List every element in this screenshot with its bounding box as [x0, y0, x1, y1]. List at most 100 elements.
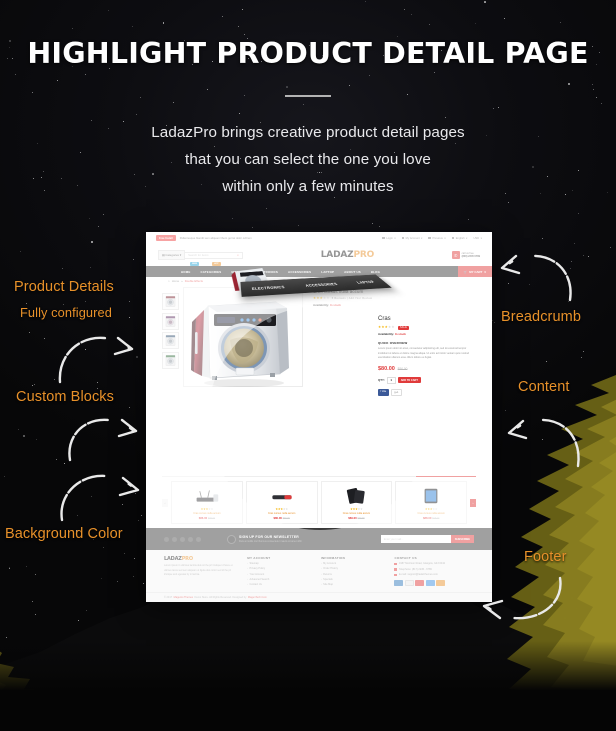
- top-link-currency[interactable]: USD ▾: [473, 236, 482, 241]
- promo-badge: Free Install: [156, 235, 176, 241]
- thumbnail-item[interactable]: [162, 293, 179, 310]
- footer-link[interactable]: Site Map: [321, 583, 385, 586]
- pinterest-icon[interactable]: [188, 536, 193, 542]
- ipad-icon: [424, 488, 438, 504]
- discover-card-icon: [436, 580, 446, 587]
- thumbnail-item[interactable]: [162, 332, 179, 349]
- product-gallery[interactable]: [183, 287, 303, 387]
- breadcrumb-separator: »: [181, 279, 183, 283]
- facebook-like-button[interactable]: f Like: [378, 388, 389, 397]
- related-products-row: ‹ ★★★★★ Cras cursus nulla accum $86.00 $…: [162, 481, 476, 524]
- related-price: $88.00 $99.00: [422, 516, 440, 520]
- twitter-icon[interactable]: [172, 536, 177, 542]
- related-rating: ★★★★★: [424, 507, 438, 511]
- newsletter-subscribe-button[interactable]: SUBSCRIBE: [450, 535, 474, 543]
- cart-count: 0: [484, 269, 486, 274]
- main-navigation[interactable]: NEW HOT HOME CATEGORIES MODULE ELECTRONI…: [146, 262, 492, 277]
- footer-logo[interactable]: LADAZPRO: [164, 556, 237, 562]
- related-next-button[interactable]: ›: [470, 498, 476, 507]
- nav-item-categories[interactable]: CATEGORIES: [195, 270, 226, 274]
- newsletter-form[interactable]: Enter your mail... SUBSCRIBE: [380, 535, 474, 543]
- footer-heading: CONTACT US: [394, 556, 417, 560]
- related-prev-button[interactable]: ‹: [162, 498, 168, 507]
- flag-icon: [451, 236, 455, 240]
- phone-block: ✆ call us free (800) 2345 6789: [451, 251, 480, 259]
- thumbnail-list[interactable]: [162, 287, 179, 387]
- nav-item-laptop[interactable]: LAPTOP: [316, 270, 339, 274]
- nav-item-about-us[interactable]: ABOUT US: [339, 270, 366, 274]
- qty-label: QTY:: [378, 378, 385, 383]
- footer-contact-address: 1987 Morrison Road, Glasgow, G43 0042: [394, 562, 474, 566]
- nav-badge-hot: HOT: [212, 262, 221, 266]
- product-availability: Availability: In stock: [313, 302, 341, 307]
- product-main-image[interactable]: [183, 287, 303, 387]
- related-product-card[interactable]: ★★★★★ Cras cursus nulla accum $86.00 $95…: [171, 481, 243, 524]
- related-name[interactable]: Cras cursus nulla accum: [249, 512, 315, 515]
- rss-icon[interactable]: [180, 536, 185, 542]
- newsletter-email-input[interactable]: Enter your mail...: [380, 535, 451, 543]
- subtitle-line-3: within only a few minutes: [222, 178, 394, 196]
- site-logo[interactable]: LADAZPRO: [321, 250, 374, 260]
- related-product-card[interactable]: ★★★★★ Cras cursus nulla accum $69.00 $79…: [320, 481, 393, 524]
- footer-link[interactable]: Specials: [321, 578, 385, 581]
- qty-input[interactable]: 1: [386, 376, 396, 384]
- search-icon[interactable]: ⌕: [237, 253, 239, 257]
- related-name[interactable]: Cras cursus nulla accum: [324, 512, 390, 515]
- footer-link[interactable]: Contact Us: [247, 583, 311, 586]
- google-plus-icon[interactable]: [196, 536, 201, 542]
- related-product-card[interactable]: ★★★★★ Cras cursus nulla accum $88.00 $99…: [395, 481, 467, 524]
- annotation-breadcrumb: Breadcrumb: [501, 309, 581, 325]
- google-plus-button[interactable]: g+1: [390, 388, 402, 397]
- washing-machine-photo: [191, 301, 289, 387]
- search-input[interactable]: Search for items ⌕: [185, 251, 244, 259]
- hero-subtitle: LadazPro brings creative product detail …: [0, 119, 616, 200]
- top-link-language[interactable]: English ▾: [451, 236, 467, 240]
- related-product-card[interactable]: ★★★★★ Cras cursus nulla accum $80.00 $90…: [245, 481, 318, 524]
- footer-contact-email: E-mail: support@ladazthemes.com: [394, 573, 474, 577]
- footer-heading: MY ACCOUNT: [247, 556, 271, 560]
- add-to-cart-button[interactable]: ADD TO CART: [397, 377, 421, 384]
- footer-link[interactable]: Advanced Search: [247, 578, 311, 581]
- persp-menu-electronics[interactable]: ELECTRONICS: [252, 285, 286, 291]
- facebook-icon[interactable]: [164, 536, 169, 542]
- top-link-my-account[interactable]: My Account ▾: [401, 236, 422, 240]
- related-price: $86.00 $95.00: [198, 516, 216, 520]
- account-icon: [401, 236, 405, 240]
- thumbnail-item[interactable]: [162, 351, 179, 369]
- thumbnail-item[interactable]: [162, 312, 179, 330]
- product-detail-page-mockup[interactable]: Free Install Pellentesque blandit sem al…: [146, 232, 492, 602]
- top-link-previous[interactable]: Previous ▾: [428, 236, 446, 240]
- footer-about-column: LADAZPRO Lorem ipsum in ultricies lacini…: [164, 556, 237, 592]
- persp-menu-laptop[interactable]: LAPTOP: [355, 280, 376, 285]
- persp-menu-accessories[interactable]: ACCESSORIES: [304, 282, 338, 288]
- newsletter-subtitle: Duis at mollis nisl rhoncus consectetur …: [239, 539, 302, 543]
- footer-link[interactable]: My Account: [321, 562, 385, 565]
- product-thumb: [174, 485, 240, 507]
- review-text[interactable]: 5 Reviews | Add Your Review: [332, 297, 373, 300]
- washing-machine-icon: [165, 296, 176, 307]
- categories-button[interactable]: ▤ Categories ▾: [158, 250, 186, 260]
- related-name[interactable]: Cras cursus nulla accum: [398, 512, 464, 515]
- copyright-link[interactable]: MagenTech.Com: [248, 596, 267, 599]
- breadcrumb-home[interactable]: Home: [172, 279, 179, 283]
- nav-item-home[interactable]: HOME: [176, 270, 195, 274]
- footer-link[interactable]: Sitemap: [247, 562, 311, 565]
- newsletter-title: SIGN UP FOR OUR NEWSLETTER: [239, 535, 299, 540]
- newsletter-bar: SIGN UP FOR OUR NEWSLETTER Duis at molli…: [146, 528, 492, 550]
- social-icons[interactable]: [164, 536, 201, 542]
- related-name[interactable]: Cras cursus nulla accum: [174, 512, 240, 515]
- washing-machine-icon: [165, 335, 176, 346]
- nav-item-accessories[interactable]: ACCESSORIES: [283, 270, 316, 274]
- footer-link[interactable]: Returns: [321, 573, 385, 576]
- footer-link[interactable]: Privacy Policy: [247, 567, 311, 570]
- product-short-title: Cras: [378, 316, 391, 322]
- footer-link[interactable]: Order History: [321, 567, 385, 570]
- copyright-brand[interactable]: Magento Themes: [174, 596, 193, 599]
- footer-copyright: © 2017 Magento Themes Demo Store. All Ri…: [146, 592, 492, 602]
- top-link-login[interactable]: Login ▾: [382, 236, 396, 240]
- footer-link[interactable]: Your Account: [247, 573, 311, 576]
- remote-control-icon: [272, 495, 292, 500]
- footer-columns: LADAZPRO Lorem ipsum in ultricies lacini…: [146, 550, 492, 592]
- cart-button[interactable]: 🛒 MY CART 0: [457, 266, 492, 277]
- nav-item-blog[interactable]: BLOG: [366, 270, 385, 274]
